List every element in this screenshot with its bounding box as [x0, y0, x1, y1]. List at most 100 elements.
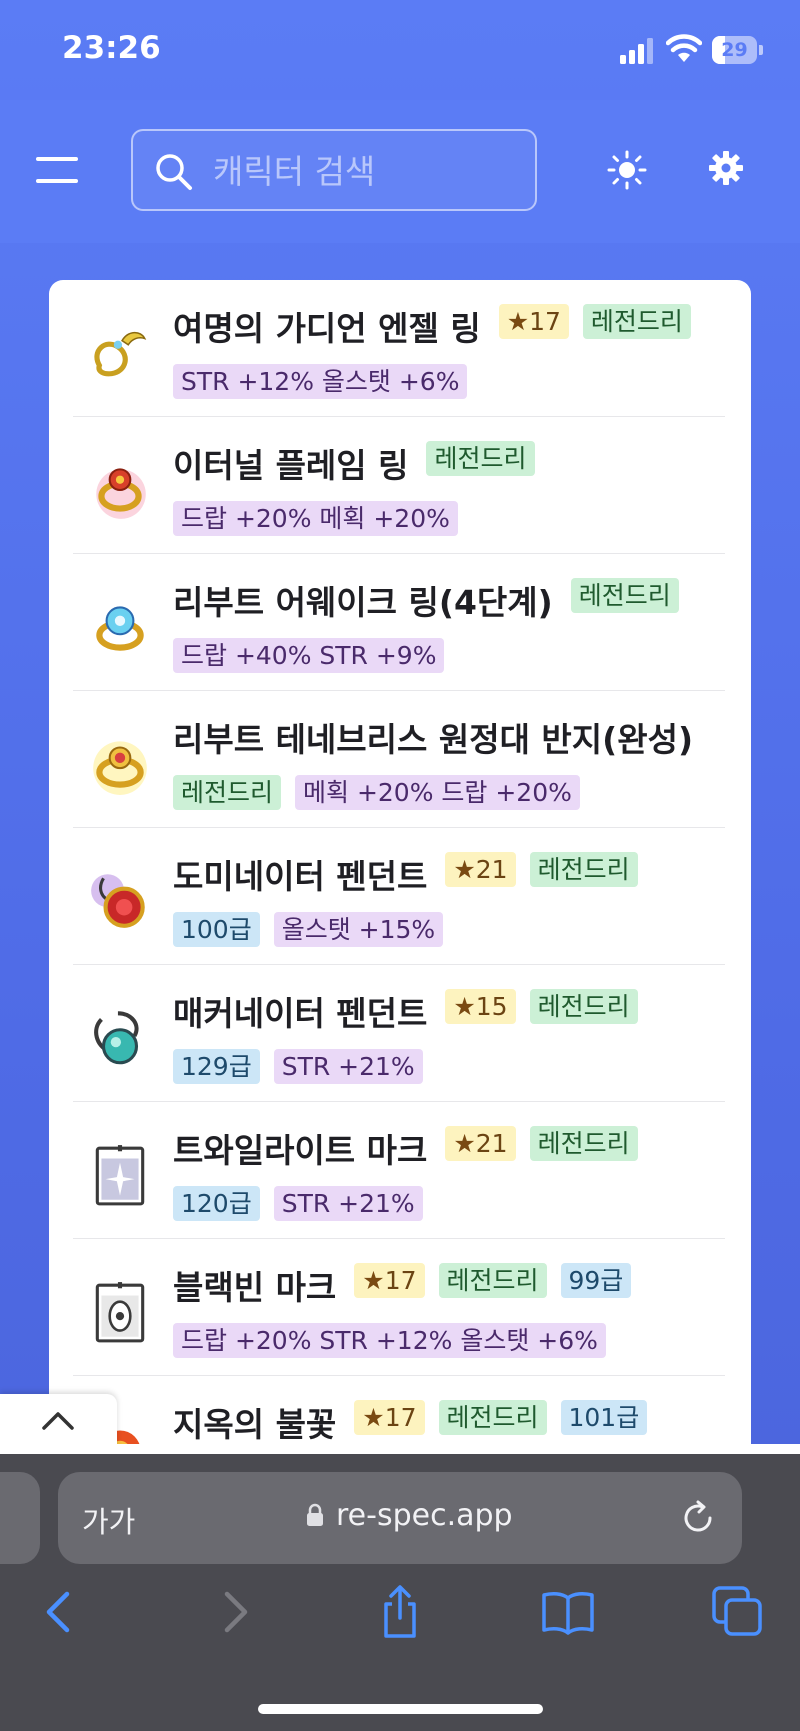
stat-badge: 메획 +20% 드랍 +20%	[295, 775, 580, 810]
wifi-icon	[666, 34, 702, 62]
item-icon	[91, 874, 145, 928]
badge-text: 120급	[181, 1189, 252, 1218]
list-item[interactable]: 트와일라이트 마크 ★21 레전드리 120급 STR +21%	[73, 1102, 725, 1239]
badge-text: 레전드리	[446, 1403, 539, 1432]
item-name: 이터널 플레임 링	[173, 446, 409, 485]
star-icon: ★	[453, 1129, 476, 1158]
address-bar[interactable]: 가가 re-spec.app	[58, 1472, 742, 1564]
app-header	[0, 100, 800, 243]
gear-icon[interactable]	[709, 151, 743, 185]
previous-tab[interactable]	[0, 1472, 40, 1564]
item-name: 매커네이터 펜던트	[173, 994, 428, 1033]
bookmarks-icon[interactable]	[540, 1584, 596, 1640]
tabs-icon[interactable]	[710, 1584, 766, 1640]
reload-icon[interactable]	[680, 1500, 716, 1536]
badge-text: 레전드리	[181, 778, 274, 807]
star-icon: ★	[453, 992, 476, 1021]
list-item[interactable]: 여명의 가디언 엔젤 링 ★17 레전드리 STR +12% 올스탯 +6%	[73, 280, 725, 417]
badge-text: STR +21%	[281, 1052, 415, 1081]
badge-text: 100급	[181, 915, 252, 944]
badge-text: 129급	[181, 1052, 252, 1081]
potential-grade-badge: 레전드리	[173, 775, 282, 810]
stat-badge: 드랍 +40% STR +9%	[173, 638, 445, 673]
potential-grade-badge: 레전드리	[438, 1263, 547, 1298]
badge-text: 17	[384, 1266, 417, 1295]
badge-text: 레전드리	[578, 581, 671, 610]
battery-icon: 29	[712, 36, 763, 64]
level-badge: 129급	[173, 1049, 260, 1084]
badge-text: STR +21%	[281, 1189, 415, 1218]
badge-text: 21	[475, 1129, 508, 1158]
browser-chrome: 가가 re-spec.app	[0, 1454, 800, 1731]
stat-badge: STR +21%	[273, 1049, 423, 1084]
chevron-up-icon	[42, 1412, 74, 1430]
badge-text: 올스탯 +15%	[281, 915, 436, 944]
badge-text: 레전드리	[537, 1129, 630, 1158]
potential-grade-badge: 레전드리	[582, 304, 691, 339]
badge-text: 17	[529, 307, 561, 336]
text-size-button[interactable]: 가가	[82, 1499, 135, 1541]
star-force-badge: ★17	[498, 304, 569, 339]
collapse-tab[interactable]	[0, 1394, 117, 1450]
stat-badge: 드랍 +20% 메획 +20%	[173, 501, 458, 536]
status-bar: 23:26 29	[0, 0, 800, 100]
list-item[interactable]: 리부트 어웨이크 링(4단계) 레전드리드랍 +40% STR +9%	[73, 554, 725, 691]
item-icon	[95, 1282, 145, 1343]
home-indicator	[258, 1704, 543, 1714]
badge-text: 드랍 +40% STR +9%	[181, 641, 437, 670]
lock-icon	[307, 1503, 323, 1526]
badge-text: STR +12% 올스탯 +6%	[181, 367, 460, 396]
stat-badge: STR +21%	[273, 1186, 423, 1221]
forward-icon[interactable]	[205, 1584, 261, 1640]
item-name: 지옥의 불꽃	[173, 1405, 337, 1444]
badge-text: 레전드리	[537, 992, 630, 1021]
back-icon[interactable]	[33, 1584, 89, 1640]
item-list-card: 여명의 가디언 엔젤 링 ★17 레전드리 STR +12% 올스탯 +6% 이터널 플…	[49, 280, 751, 1580]
item-name: 트와일라이트 마크	[173, 1131, 428, 1170]
star-icon: ★	[453, 855, 476, 884]
star-icon: ★	[506, 307, 530, 336]
potential-grade-badge: 레전드리	[570, 578, 679, 613]
list-item[interactable]: 리부트 테네브리스 원정대 반지(완성) 레전드리 메획 +20% 드랍 +20%	[73, 691, 725, 828]
star-force-badge: ★15	[445, 989, 516, 1024]
item-icon	[94, 1011, 139, 1065]
list-item[interactable]: 도미네이터 펜던트 ★21 레전드리 100급 올스탯 +15%	[73, 828, 725, 965]
search-icon	[156, 154, 192, 190]
signal-icon	[620, 38, 653, 64]
star-icon: ★	[362, 1266, 385, 1295]
star-force-badge: ★21	[445, 852, 516, 887]
badge-text: 101급	[568, 1403, 640, 1432]
list-item[interactable]: 이터널 플레임 링 레전드리드랍 +20% 메획 +20%	[73, 417, 725, 554]
badge-text: 17	[384, 1403, 417, 1432]
badge-text: 레전드리	[434, 444, 527, 473]
item-icon	[96, 468, 146, 519]
badge-text: 15	[475, 992, 508, 1021]
badge-text: 드랍 +20% 메획 +20%	[181, 504, 450, 533]
stat-badge: STR +12% 올스탯 +6%	[173, 364, 468, 399]
potential-grade-badge: 레전드리	[529, 852, 638, 887]
badge-text: 레전드리	[446, 1266, 539, 1295]
menu-icon[interactable]	[36, 155, 78, 187]
list-item[interactable]: 매커네이터 펜던트 ★15 레전드리 129급 STR +21%	[73, 965, 725, 1102]
badge-text: 21	[475, 855, 508, 884]
share-icon[interactable]	[372, 1584, 428, 1640]
star-force-badge: ★17	[354, 1263, 425, 1298]
sun-icon[interactable]	[607, 150, 647, 190]
level-badge: 100급	[173, 912, 260, 947]
star-force-badge: ★21	[445, 1126, 516, 1161]
item-icon	[95, 1145, 145, 1206]
item-icon	[96, 606, 144, 651]
browser-toolbar	[0, 1584, 800, 1664]
star-icon: ★	[362, 1403, 385, 1432]
level-badge: 99급	[560, 1263, 632, 1298]
badge-text: 레전드리	[537, 855, 630, 884]
search-input[interactable]	[213, 145, 513, 197]
item-name: 리부트 어웨이크 링(4단계)	[173, 583, 553, 622]
battery-level: 29	[721, 39, 748, 61]
search-box[interactable]	[131, 129, 537, 211]
potential-grade-badge: 레전드리	[438, 1400, 547, 1435]
item-name: 블랙빈 마크	[173, 1268, 337, 1307]
status-time: 23:26	[62, 30, 161, 66]
list-item[interactable]: 블랙빈 마크 ★17 레전드리 99급 드랍 +20% STR +12% 올스탯 +6%	[73, 1239, 725, 1376]
potential-grade-badge: 레전드리	[529, 989, 638, 1024]
